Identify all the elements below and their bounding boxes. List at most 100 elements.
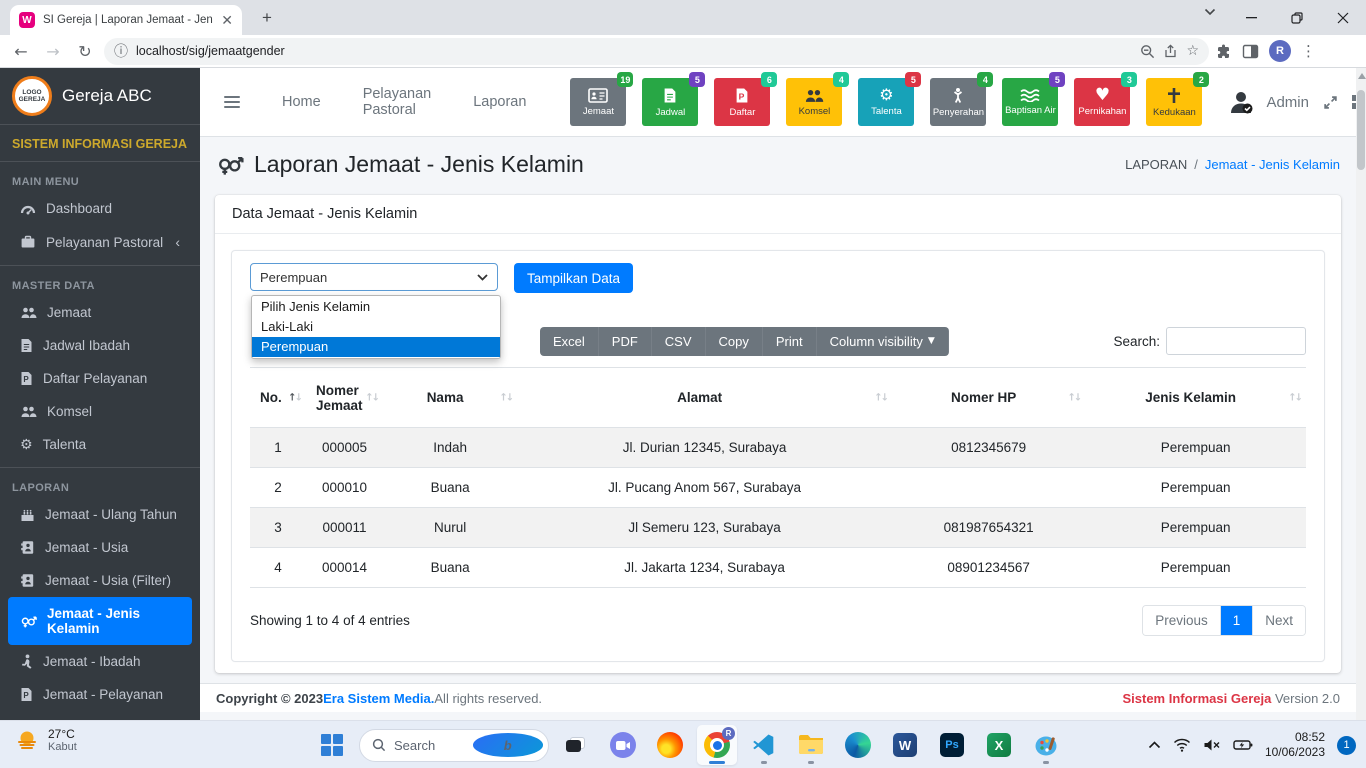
chrome-button[interactable]: R [697, 725, 737, 765]
url-text[interactable]: localhost/sig/jemaatgender [136, 44, 1132, 58]
sidebar-item-pelayanan-pastoral[interactable]: Pelayanan Pastoral ‹ [8, 225, 192, 259]
taskbar-weather[interactable]: 27°C Kabut [14, 727, 77, 753]
col-header-nomer-hp[interactable]: Nomer HP↑↓ [892, 368, 1085, 428]
option-pilih-jenis-kelamin[interactable]: Pilih Jenis Kelamin [252, 297, 500, 317]
nav-tile-daftar[interactable]: 6 P Daftar [714, 78, 770, 126]
sidebar-item-jemaat[interactable]: Jemaat [8, 296, 192, 329]
side-panel-icon[interactable] [1242, 43, 1259, 60]
minimize-icon[interactable] [1228, 0, 1274, 35]
sidebar-item-talenta[interactable]: ⚙ Talenta [8, 428, 192, 461]
volume-muted-icon[interactable] [1203, 738, 1221, 752]
reload-icon[interactable]: ↻ [72, 38, 98, 64]
extensions-puzzle-icon[interactable] [1215, 43, 1232, 60]
previous-page-button[interactable]: Previous [1143, 606, 1221, 635]
vscode-button[interactable] [744, 725, 784, 765]
task-view-button[interactable] [556, 725, 596, 765]
profile-avatar[interactable]: R [1269, 40, 1291, 62]
forward-icon[interactable]: → [40, 38, 66, 64]
back-icon[interactable]: ← [8, 38, 34, 64]
option-laki-laki[interactable]: Laki-Laki [252, 317, 500, 337]
scroll-up-arrow-icon[interactable] [1358, 73, 1366, 79]
bookmark-star-icon[interactable]: ☆ [1186, 43, 1199, 59]
hamburger-icon[interactable] [224, 96, 240, 108]
excel-button-taskbar[interactable]: X [979, 725, 1019, 765]
tab-search-chevron-icon[interactable] [1204, 8, 1216, 16]
sidebar-item-dashboard[interactable]: Dashboard [8, 192, 192, 225]
paint-button[interactable] [1026, 725, 1066, 765]
battery-charging-icon[interactable] [1233, 739, 1253, 751]
col-header-alamat[interactable]: Alamat↑↓ [517, 368, 892, 428]
sidebar-item-jadwal-ibadah[interactable]: Jadwal Ibadah [8, 329, 192, 362]
scrollbar-thumb[interactable] [1357, 90, 1365, 170]
address-bar[interactable]: ⓘ localhost/sig/jemaatgender ☆ [104, 38, 1209, 65]
chat-button[interactable] [603, 725, 643, 765]
tampilkan-data-button[interactable]: Tampilkan Data [514, 263, 633, 293]
search-input[interactable] [1166, 327, 1306, 355]
sidebar-item-jemaat-usia[interactable]: Jemaat - Usia [8, 531, 192, 564]
clock-time: 08:52 [1265, 730, 1325, 745]
taskbar-search[interactable]: Search b [359, 729, 549, 762]
nav-link-laporan[interactable]: Laporan [473, 94, 526, 110]
col-header-jenis-kelamin[interactable]: Jenis Kelamin↑↓ [1085, 368, 1306, 428]
photoshop-button[interactable]: Ps [932, 725, 972, 765]
rights-text: All rights reserved. [434, 691, 542, 706]
nav-tile-jadwal[interactable]: 5 Jadwal [642, 78, 698, 126]
wifi-icon[interactable] [1173, 738, 1191, 752]
page-1-button[interactable]: 1 [1221, 606, 1254, 635]
start-button[interactable] [312, 725, 352, 765]
next-page-button[interactable]: Next [1253, 606, 1305, 635]
sidebar-item-jemaat-pelayanan[interactable]: P Jemaat - Pelayanan [8, 678, 192, 711]
copy-button[interactable]: Copy [706, 327, 763, 356]
close-icon[interactable] [1320, 0, 1366, 35]
column-visibility-button[interactable]: Column visibility ▼ [817, 327, 949, 356]
breadcrumb-current[interactable]: Jemaat - Jenis Kelamin [1205, 157, 1340, 172]
print-button[interactable]: Print [763, 327, 817, 356]
pdf-button[interactable]: PDF [599, 327, 652, 356]
site-info-icon[interactable]: ⓘ [114, 41, 128, 61]
user-menu[interactable]: Admin [1228, 89, 1309, 115]
sidebar-item-jemaat-jenis-kelamin[interactable]: Jemaat - Jenis Kelamin [8, 597, 192, 645]
browser-tab[interactable]: W SI Gereja | Laporan Jemaat - Jenis ✕ [10, 5, 242, 35]
option-perempuan[interactable]: Perempuan [252, 337, 500, 357]
nav-tile-pernikahan[interactable]: 3 ♥ Pernikahan [1074, 78, 1130, 126]
col-header-nomer-jemaat[interactable]: Nomer Jemaat↑↓ [306, 368, 383, 428]
gender-select[interactable]: Perempuan Pilih Jenis Kelamin Laki-Laki … [250, 263, 498, 291]
sidebar-item-jemaat-usia-filter[interactable]: Jemaat - Usia (Filter) [8, 564, 192, 597]
sidebar-brand[interactable]: LOGO GEREJA Gereja ABC [0, 68, 200, 125]
nav-tile-baptisan-air[interactable]: 5 Baptisan Air [1002, 78, 1058, 126]
notification-badge[interactable]: 1 [1337, 736, 1356, 755]
tray-chevron-up-icon[interactable] [1148, 741, 1161, 749]
col-header-nama[interactable]: Nama↑↓ [383, 368, 517, 428]
gender-icon [216, 154, 244, 176]
nav-link-home[interactable]: Home [282, 94, 321, 110]
sidebar-item-jemaat-ibadah[interactable]: Jemaat - Ibadah [8, 645, 192, 678]
page-scrollbar[interactable] [1356, 68, 1366, 720]
kebab-menu-icon[interactable]: ⋮ [1301, 42, 1316, 60]
nav-tile-jemaat[interactable]: 19 Jemaat [570, 78, 626, 126]
era-sistem-media-link[interactable]: Era Sistem Media. [323, 691, 434, 706]
edge-button[interactable] [838, 725, 878, 765]
nav-tile-talenta[interactable]: 5 ⚙ Talenta [858, 78, 914, 126]
excel-button[interactable]: Excel [540, 327, 599, 356]
nav-tile-kedukaan[interactable]: 2 Kedukaan [1146, 78, 1202, 126]
sidebar-item-komsel[interactable]: Komsel [8, 395, 192, 428]
new-tab-button[interactable]: + [262, 9, 272, 26]
sidebar-item-daftar-pelayanan[interactable]: P Daftar Pelayanan [8, 362, 192, 395]
bing-icon[interactable]: b [473, 733, 544, 757]
nav-tile-penyerahan[interactable]: 4 Penyerahan [930, 78, 986, 126]
report-card: Data Jemaat - Jenis Kelamin Perempuan Pi… [215, 195, 1341, 673]
word-button[interactable]: W [885, 725, 925, 765]
zoom-icon[interactable] [1140, 44, 1155, 59]
firefox-button[interactable] [650, 725, 690, 765]
tab-close-icon[interactable]: ✕ [221, 12, 233, 29]
share-icon[interactable] [1163, 44, 1178, 59]
sidebar-item-jemaat-ulang-tahun[interactable]: Jemaat - Ulang Tahun [8, 498, 192, 531]
csv-button[interactable]: CSV [652, 327, 706, 356]
nav-tile-komsel[interactable]: 4 Komsel [786, 78, 842, 126]
expand-icon[interactable] [1323, 95, 1338, 110]
nav-link-pelayanan-pastoral[interactable]: Pelayanan Pastoral [363, 86, 432, 118]
taskbar-clock[interactable]: 08:52 10/06/2023 [1265, 730, 1325, 760]
explorer-button[interactable] [791, 725, 831, 765]
col-header-no[interactable]: No.↑↓ [250, 368, 306, 428]
restore-icon[interactable] [1274, 0, 1320, 35]
